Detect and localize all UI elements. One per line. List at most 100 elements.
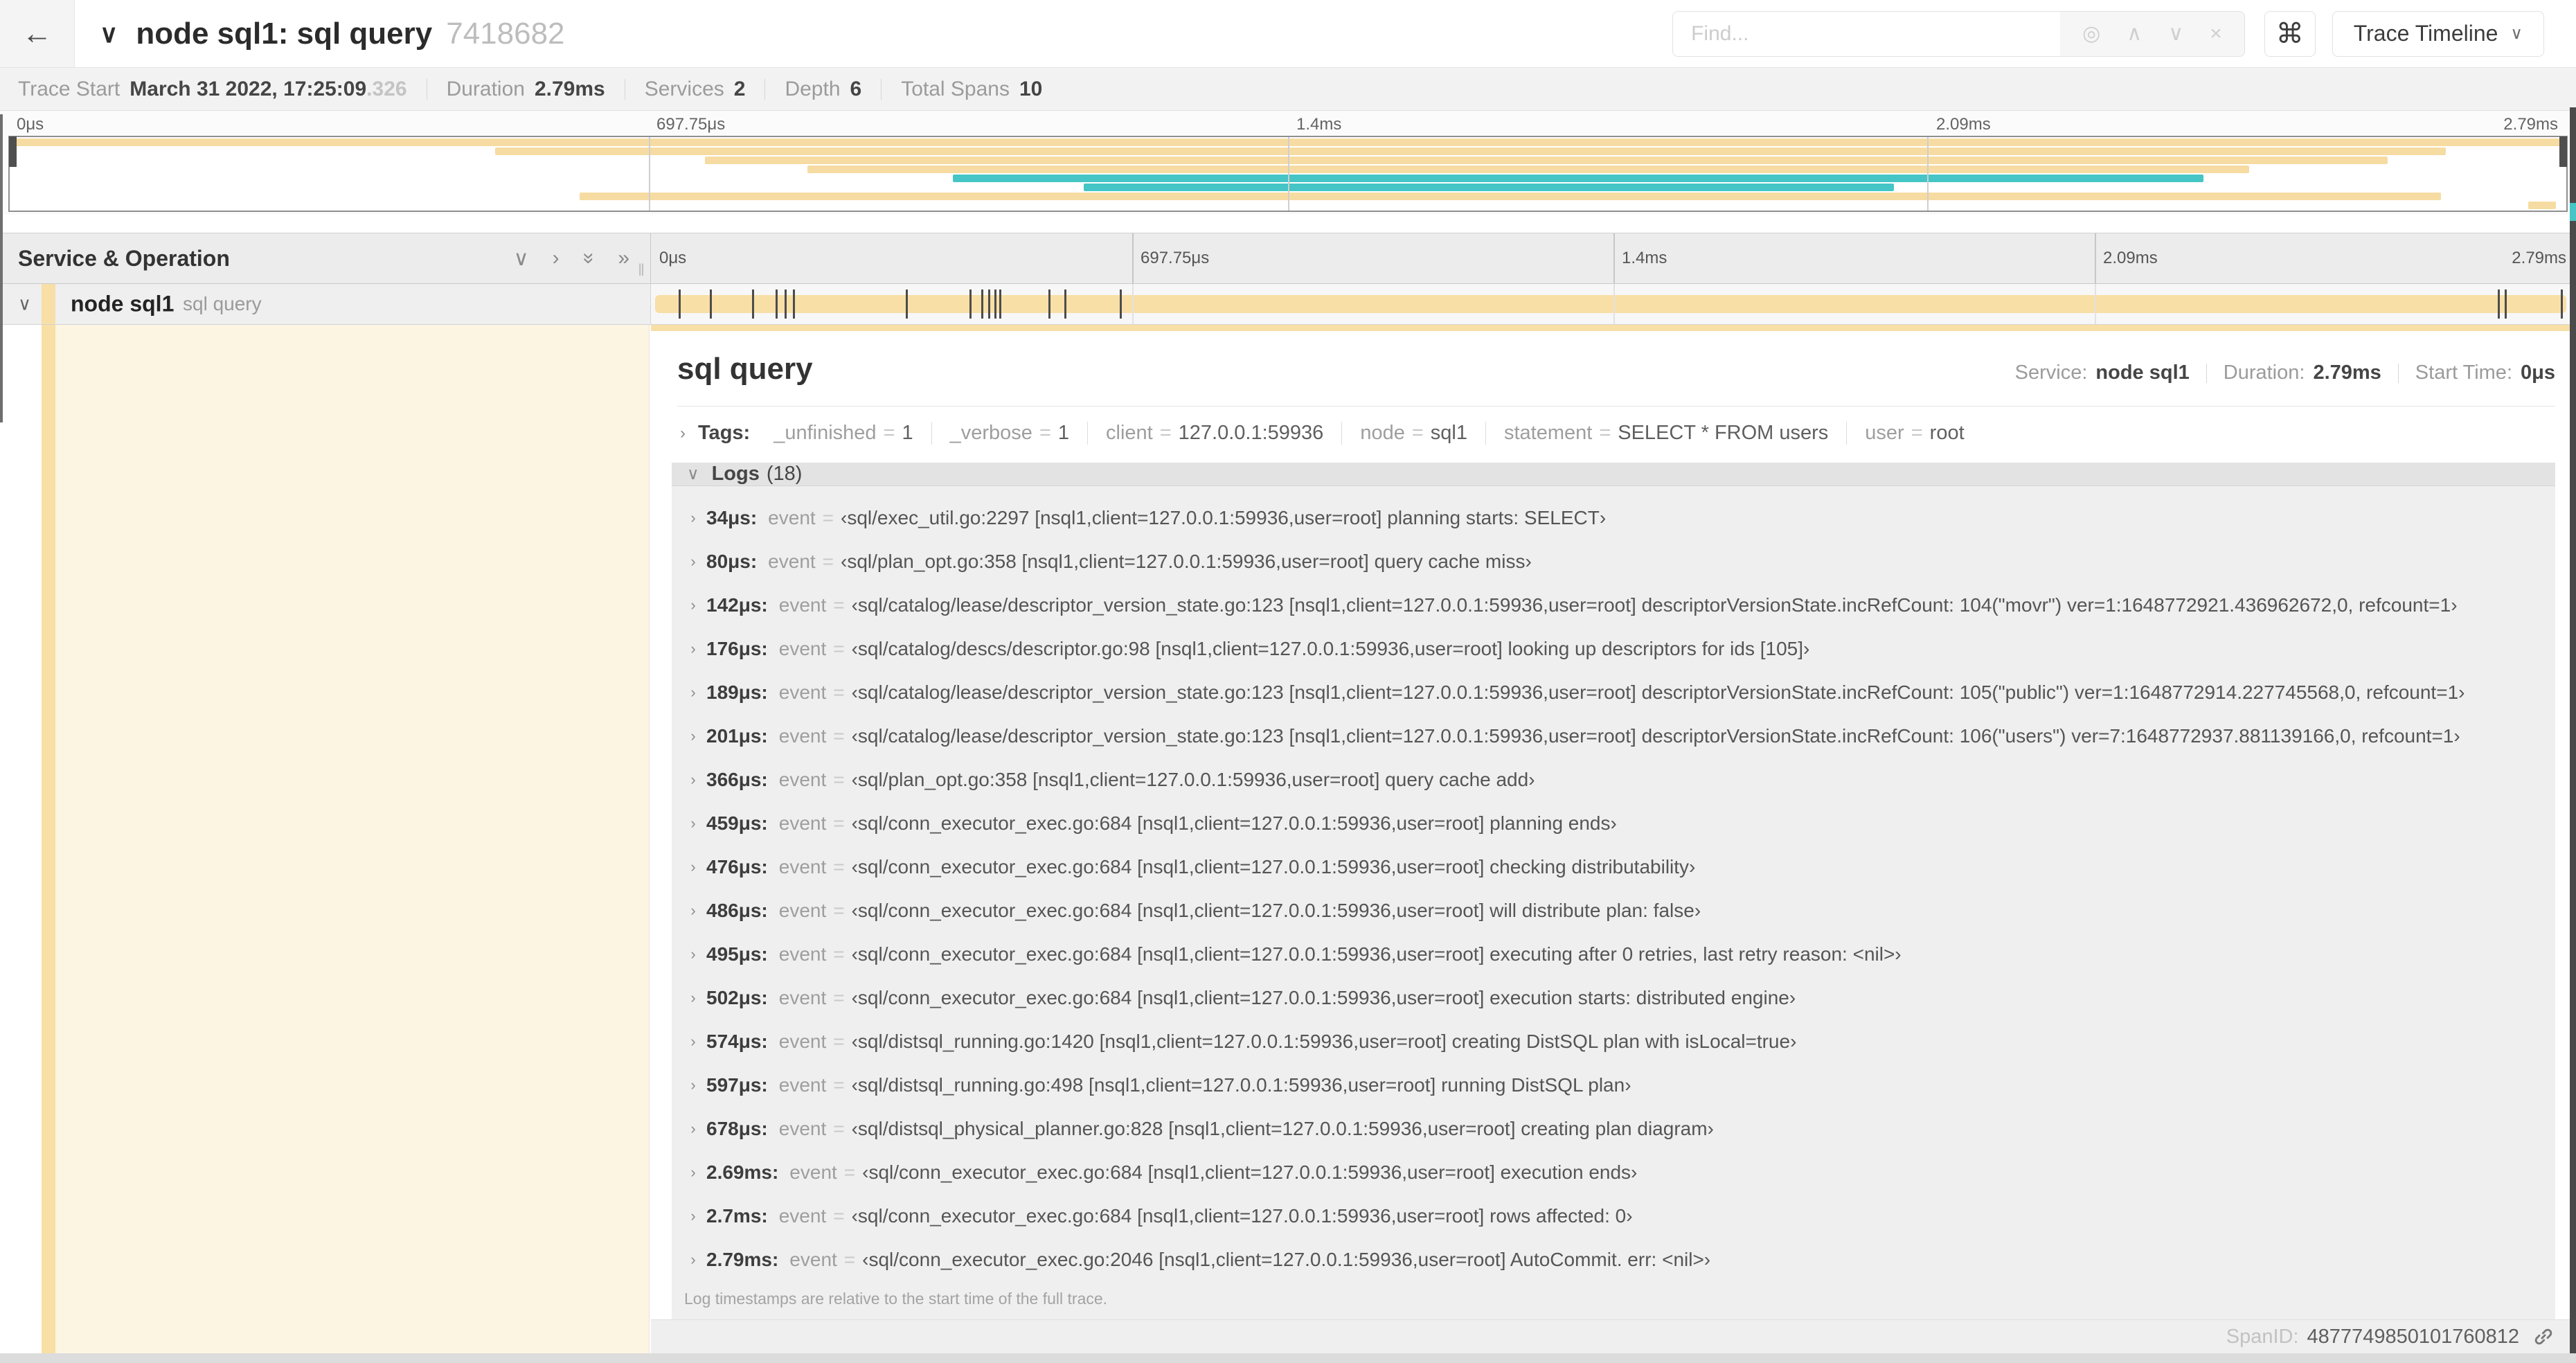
minimap-span[interactable] — [953, 175, 2203, 182]
collapse-all-icon[interactable]: » — [577, 253, 600, 265]
log-row[interactable]: › 366μs: event = ‹sql/plan_opt.go:358 [nsql1… — [680, 758, 2555, 801]
tag-item[interactable]: _verbose = 1 — [931, 422, 1087, 445]
chevron-right-icon: › — [690, 770, 696, 788]
axis-label: 2.79ms — [2503, 115, 2558, 134]
span-row[interactable]: ∨ node sql1 sql query — [0, 284, 2576, 325]
tag-item[interactable]: client = 127.0.0.1:59936 — [1087, 422, 1341, 445]
log-row[interactable]: › 80μs: event = ‹sql/plan_opt.go:358 [nsql1,… — [680, 540, 2555, 583]
span-id-label: SpanID: — [2226, 1325, 2299, 1348]
minimap-span[interactable] — [807, 166, 2250, 173]
clear-find-icon[interactable]: × — [2210, 22, 2222, 46]
tag-value: 1 — [902, 422, 913, 444]
log-row[interactable]: › 201μs: event = ‹sql/catalog/lease/descript… — [680, 714, 2555, 758]
log-row[interactable]: › 189μs: event = ‹sql/catalog/lease/descript… — [680, 670, 2555, 714]
log-row[interactable]: › 2.7ms: event = ‹sql/conn_executor_exec.go:… — [680, 1194, 2555, 1238]
service-label: Service: — [2014, 362, 2088, 384]
log-field-value: ‹sql/plan_opt.go:358 [nsql1,client=127.0… — [851, 768, 1535, 790]
log-field-value: ‹sql/conn_executor_exec.go:684 [nsql1,cl… — [851, 899, 1701, 921]
log-field-key: event — [778, 855, 827, 878]
chevron-right-icon: › — [690, 1206, 696, 1224]
log-tick — [1048, 289, 1050, 319]
summary-value: 10 — [1019, 77, 1043, 100]
equals-sign: = — [883, 422, 895, 444]
equals-sign: = — [833, 594, 845, 616]
log-field-value: ‹sql/catalog/lease/descriptor_version_st… — [851, 594, 2458, 616]
minimap-span[interactable] — [580, 193, 2442, 200]
gridline — [1927, 137, 1929, 211]
tag-key: node — [1360, 422, 1405, 444]
log-row[interactable]: › 2.79ms: event = ‹sql/conn_executor_exec.go… — [680, 1238, 2555, 1281]
minimap-span[interactable] — [1083, 184, 1894, 191]
log-row[interactable]: › 2.69ms: event = ‹sql/conn_executor_exec.go… — [680, 1150, 2555, 1194]
expand-all-icon[interactable]: » — [618, 247, 629, 270]
next-match-icon[interactable]: ∨ — [2168, 21, 2183, 46]
minimap-span[interactable] — [2528, 202, 2557, 209]
log-timestamp: 495μs: — [706, 943, 768, 965]
tag-item[interactable]: _unfinished = 1 — [755, 422, 931, 445]
span-collapse-icon[interactable]: ∨ — [18, 294, 31, 315]
summary-label: Services — [644, 77, 724, 100]
summary-value: 2 — [733, 77, 746, 100]
span-id-value: 4877749850101760812 — [2307, 1325, 2519, 1348]
axis-label: 1.4ms — [1622, 249, 1667, 267]
view-selector-button[interactable]: Trace Timeline ∨ — [2332, 10, 2544, 57]
collapse-one-icon[interactable]: ∨ — [514, 247, 529, 271]
tag-item[interactable]: node = sql1 — [1341, 422, 1485, 445]
log-row[interactable]: › 678μs: event = ‹sql/distsql_physical_plann… — [680, 1107, 2555, 1150]
minimap-left-scrubber[interactable] — [9, 136, 17, 167]
span-service-name[interactable]: node sql1 — [71, 292, 174, 317]
minimap-right-scrubber[interactable] — [2559, 136, 2567, 167]
minimap-span[interactable] — [495, 148, 2447, 155]
log-field-key: event — [778, 681, 827, 703]
log-timestamp: 678μs: — [706, 1117, 768, 1139]
log-row[interactable]: › 502μs: event = ‹sql/conn_executor_exec.go:… — [680, 976, 2555, 1019]
right-scrollbar-teal-mark — [2570, 203, 2576, 221]
log-tick — [752, 289, 755, 319]
tags-row[interactable]: › Tags: _unfinished = 1 _verbose = 1 client = 12… — [651, 407, 2570, 445]
collapse-controls: ∨ › » » — [514, 247, 629, 271]
expand-one-icon[interactable]: › — [553, 247, 560, 270]
log-row[interactable]: › 597μs: event = ‹sql/distsql_running.go:498… — [680, 1063, 2555, 1107]
detail-left-column — [55, 325, 650, 1353]
tag-value: 1 — [1057, 422, 1070, 444]
back-button[interactable]: ← — [0, 0, 75, 67]
equals-sign: = — [1411, 422, 1424, 444]
log-field-key: event — [789, 1248, 837, 1270]
right-scrollbar[interactable] — [2570, 107, 2576, 1353]
span-row-label[interactable]: ∨ node sql1 sql query — [0, 284, 651, 324]
prev-match-icon[interactable]: ∧ — [2127, 21, 2142, 46]
keyboard-shortcuts-button[interactable]: ⌘ — [2264, 10, 2316, 57]
column-resizer-icon[interactable]: ‖ — [638, 261, 645, 280]
minimap-axis: 0μs 697.75μs 1.4ms 2.09ms 2.79ms — [8, 111, 2568, 136]
locate-icon[interactable]: ◎ — [2082, 21, 2100, 46]
tag-item[interactable]: statement = SELECT * FROM users — [1485, 422, 1846, 445]
logs-header[interactable]: ∨ Logs (18) — [672, 463, 2555, 486]
minimap-span[interactable] — [705, 157, 2388, 164]
chevron-right-icon: › — [690, 639, 696, 657]
find-input[interactable] — [1672, 10, 2061, 57]
log-row[interactable]: › 476μs: event = ‹sql/conn_executor_exec.go:… — [680, 845, 2555, 889]
log-row[interactable]: › 495μs: event = ‹sql/conn_executor_exec.go:… — [680, 932, 2555, 976]
span-duration-bar[interactable] — [655, 295, 2566, 313]
log-tick — [1064, 289, 1066, 319]
tag-item[interactable]: user = root — [1846, 422, 1982, 445]
log-field-value: ‹sql/conn_executor_exec.go:2046 [nsql1,c… — [862, 1248, 1711, 1270]
link-icon[interactable] — [2532, 1325, 2555, 1348]
log-row[interactable]: › 34μs: event = ‹sql/exec_util.go:2297 [nsql… — [680, 496, 2555, 540]
summary-label: Total Spans — [901, 77, 1010, 100]
log-row[interactable]: › 459μs: event = ‹sql/conn_executor_exec.go:… — [680, 801, 2555, 845]
trace-collapse-icon[interactable]: ∨ — [100, 19, 118, 48]
gridline — [1613, 233, 1615, 283]
log-row[interactable]: › 142μs: event = ‹sql/catalog/lease/descript… — [680, 583, 2555, 627]
log-tick — [2504, 289, 2507, 319]
log-field-value: ‹sql/conn_executor_exec.go:684 [nsql1,cl… — [851, 855, 1696, 878]
summary-bar: Trace Start March 31 2022, 17:25:09.326 Du… — [0, 68, 2576, 111]
log-row[interactable]: › 176μs: event = ‹sql/catalog/descs/descript… — [680, 627, 2555, 670]
summary-value: 6 — [850, 77, 862, 100]
log-row[interactable]: › 574μs: event = ‹sql/distsql_running.go:142… — [680, 1019, 2555, 1063]
log-timestamp: 597μs: — [706, 1074, 768, 1096]
minimap-plot[interactable] — [8, 136, 2568, 212]
log-row[interactable]: › 486μs: event = ‹sql/conn_executor_exec.go:… — [680, 889, 2555, 932]
log-field-value: ‹sql/distsql_running.go:498 [nsql1,clien… — [851, 1074, 1631, 1096]
view-selector-label: Trace Timeline — [2353, 21, 2498, 46]
